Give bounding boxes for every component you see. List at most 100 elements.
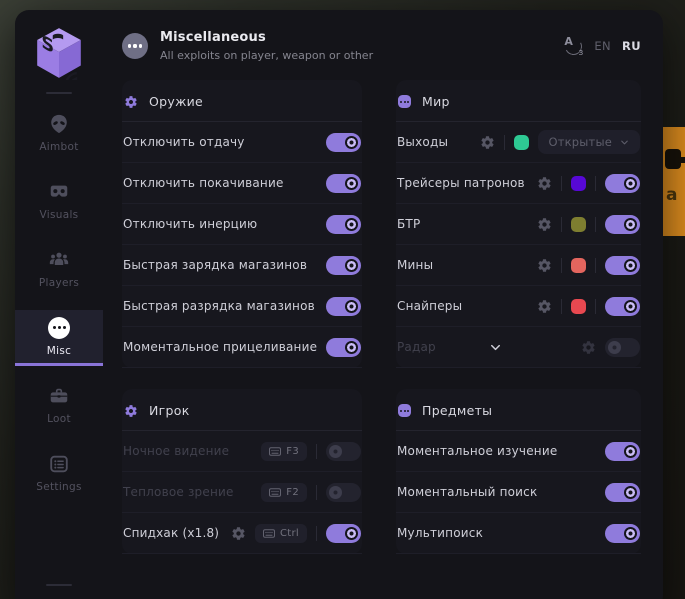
toggle-switch[interactable]	[326, 256, 361, 275]
control-divider	[561, 299, 562, 314]
section-player: Игрок Ночное видение F3	[122, 389, 362, 554]
section-items: Предметы Моментальное изучение Моменталь…	[396, 389, 641, 554]
toggle-switch[interactable]	[326, 483, 361, 502]
color-swatch[interactable]	[571, 258, 586, 273]
right-column: Мир Выходы Открытые	[396, 80, 641, 554]
briefcase-icon	[48, 385, 70, 407]
row-label: Отключить покачивание	[123, 176, 284, 190]
sidebar-item-label: Aimbot	[39, 141, 78, 153]
feature-row: Мультипоиск	[396, 513, 641, 554]
row-label: Радар	[397, 340, 436, 354]
section-title: Предметы	[422, 403, 492, 418]
keyboard-icon	[263, 529, 275, 538]
hotkey-badge[interactable]: F3	[261, 442, 307, 461]
color-swatch[interactable]	[571, 217, 586, 232]
row-label: Моментальное изучение	[397, 444, 557, 458]
sidebar: S G Aimbot Visuals Players Misc	[15, 10, 103, 599]
section-weapon: Оружие Отключить отдачу Отключить покачи…	[122, 80, 362, 368]
hotkey-badge[interactable]: F2	[261, 483, 307, 502]
language-switcher: A з EN RU	[564, 37, 641, 56]
page-header: Miscellaneous All exploits on player, we…	[122, 10, 641, 80]
color-swatch[interactable]	[514, 135, 529, 150]
feature-row: БТР	[396, 204, 641, 245]
sidebar-item-settings[interactable]: Settings	[15, 446, 103, 502]
list-icon	[48, 453, 70, 475]
exits-state-dropdown[interactable]: Открытые	[538, 130, 640, 154]
sidebar-item-aimbot[interactable]: Aimbot	[15, 106, 103, 162]
toggle-switch[interactable]	[326, 442, 361, 461]
misc-ellipsis-icon	[122, 33, 148, 59]
feature-row: Моментальное прицеливание	[122, 327, 362, 368]
gear-icon	[124, 404, 138, 418]
sign-letter: а	[666, 185, 677, 205]
row-settings-gear-icon[interactable]	[581, 340, 596, 355]
row-settings-gear-icon[interactable]	[537, 258, 552, 273]
sidebar-item-visuals[interactable]: Visuals	[15, 174, 103, 230]
control-divider	[561, 258, 562, 273]
app-logo: S G	[34, 26, 84, 80]
control-divider	[595, 176, 596, 191]
toggle-switch[interactable]	[605, 215, 640, 234]
sidebar-divider	[46, 92, 72, 94]
app-window: S G Aimbot Visuals Players Misc	[15, 10, 663, 599]
feature-row: Моментальное изучение	[396, 431, 641, 472]
lang-ru-button[interactable]: RU	[622, 39, 641, 53]
control-divider	[316, 485, 317, 500]
toggle-switch[interactable]	[605, 256, 640, 275]
section-world: Мир Выходы Открытые	[396, 80, 641, 368]
toggle-switch[interactable]	[605, 524, 640, 543]
toggle-switch[interactable]	[326, 215, 361, 234]
toggle-switch[interactable]	[605, 483, 640, 502]
keyboard-icon	[269, 488, 281, 497]
sidebar-item-loot[interactable]: Loot	[15, 378, 103, 434]
toggle-switch[interactable]	[326, 524, 361, 543]
row-label: Моментальное прицеливание	[123, 340, 317, 354]
feature-row: Спидхак (x1.8) Ctrl	[122, 513, 362, 554]
toggle-switch[interactable]	[326, 133, 361, 152]
row-settings-gear-icon[interactable]	[537, 299, 552, 314]
lang-en-button[interactable]: EN	[594, 39, 611, 53]
sidebar-item-misc[interactable]: Misc	[15, 310, 103, 366]
row-label: Отключить отдачу	[123, 135, 245, 149]
row-label: Снайперы	[397, 299, 462, 313]
alien-icon	[48, 113, 70, 135]
color-swatch[interactable]	[571, 299, 586, 314]
row-label: Тепловое зрение	[123, 485, 234, 499]
toggle-switch[interactable]	[326, 174, 361, 193]
toggle-switch[interactable]	[605, 338, 640, 357]
control-divider	[595, 217, 596, 232]
toggle-switch[interactable]	[326, 338, 361, 357]
feature-row: Мины	[396, 245, 641, 286]
row-label: Мультипоиск	[397, 526, 483, 540]
row-settings-gear-icon[interactable]	[537, 217, 552, 232]
sign-glyph-shape	[679, 157, 685, 163]
toggle-switch[interactable]	[605, 174, 640, 193]
row-settings-gear-icon[interactable]	[231, 526, 246, 541]
toggle-switch[interactable]	[605, 442, 640, 461]
toggle-switch[interactable]	[605, 297, 640, 316]
feature-row: Моментальный поиск	[396, 472, 641, 513]
toggle-switch[interactable]	[326, 297, 361, 316]
gear-icon	[124, 95, 138, 109]
sidebar-item-label: Visuals	[40, 209, 79, 221]
translate-icon[interactable]: A з	[564, 37, 583, 56]
row-label: Трейсеры патронов	[397, 176, 525, 190]
row-label: Быстрая разрядка магазинов	[123, 299, 315, 313]
sidebar-item-label: Misc	[47, 345, 71, 357]
players-icon	[48, 249, 70, 271]
hotkey-badge[interactable]: Ctrl	[255, 524, 307, 543]
expand-chevron-icon[interactable]	[488, 340, 503, 355]
control-divider	[316, 444, 317, 459]
row-settings-gear-icon[interactable]	[537, 176, 552, 191]
row-label: Моментальный поиск	[397, 485, 537, 499]
feature-row: Радар	[396, 327, 641, 368]
feature-row: Быстрая разрядка магазинов	[122, 286, 362, 327]
sidebar-item-players[interactable]: Players	[15, 242, 103, 298]
vr-goggles-icon	[48, 181, 70, 203]
row-settings-gear-icon[interactable]	[480, 135, 495, 150]
ellipsis-icon	[48, 317, 70, 339]
control-divider	[504, 135, 505, 150]
section-title: Оружие	[149, 94, 203, 109]
row-label: Отключить инерцию	[123, 217, 257, 231]
color-swatch[interactable]	[571, 176, 586, 191]
